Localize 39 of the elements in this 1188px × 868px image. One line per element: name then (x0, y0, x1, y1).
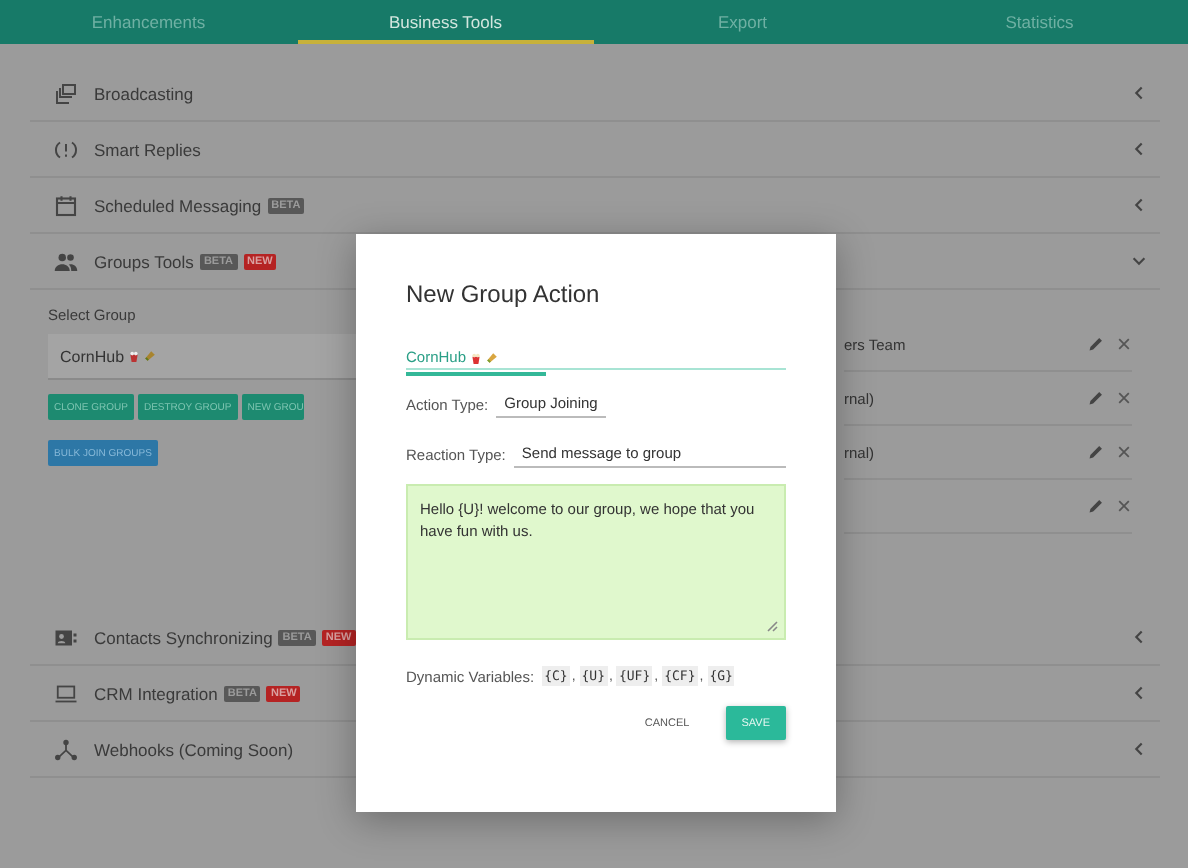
section-title[interactable]: Contacts Synchronizing (94, 627, 273, 647)
group-select[interactable]: CornHub (48, 334, 356, 380)
pencil-icon[interactable] (1088, 336, 1104, 352)
section-title[interactable]: Webhooks (Coming Soon) (94, 739, 294, 759)
broadcast-icon (54, 81, 78, 105)
chevron-icon[interactable] (1130, 140, 1148, 158)
dialog-title: New Group Action (406, 280, 602, 312)
chevron-icon[interactable] (1130, 740, 1148, 758)
popcorn-icon (128, 350, 141, 362)
calendar-icon (54, 193, 78, 217)
pencil-icon[interactable] (1088, 498, 1104, 514)
close-icon[interactable] (1116, 336, 1132, 352)
resize-handle-icon[interactable] (766, 620, 778, 632)
chevron-icon[interactable] (1130, 196, 1148, 214)
pencil-icon[interactable] (1088, 390, 1104, 406)
burrito-icon (486, 351, 499, 363)
section-title[interactable]: Groups Tools (94, 251, 194, 271)
people-icon (54, 249, 78, 273)
section-title[interactable]: Smart Replies (94, 139, 201, 159)
crm-icon (54, 681, 78, 705)
burrito-icon (144, 350, 157, 362)
tab[interactable]: Enhancements (0, 0, 297, 44)
chevron-icon[interactable] (1130, 628, 1148, 646)
chevron-icon[interactable] (1130, 84, 1148, 102)
webhook-icon (54, 737, 78, 761)
popcorn-icon (470, 351, 483, 363)
chevron-icon[interactable] (1130, 684, 1148, 702)
close-icon[interactable] (1116, 444, 1132, 460)
tab[interactable]: Export (594, 0, 891, 44)
section-title[interactable]: Broadcasting (94, 83, 194, 103)
contacts-icon (54, 625, 78, 649)
chevron-icon[interactable] (1130, 252, 1148, 270)
section-title[interactable]: CRM Integration (94, 683, 218, 703)
pencil-icon[interactable] (1088, 444, 1104, 460)
close-icon[interactable] (1116, 498, 1132, 514)
section-title[interactable]: Scheduled Messaging (94, 195, 262, 215)
tab[interactable]: Business Tools (297, 0, 594, 44)
tab[interactable]: Statistics (891, 0, 1188, 44)
close-icon[interactable] (1116, 390, 1132, 406)
